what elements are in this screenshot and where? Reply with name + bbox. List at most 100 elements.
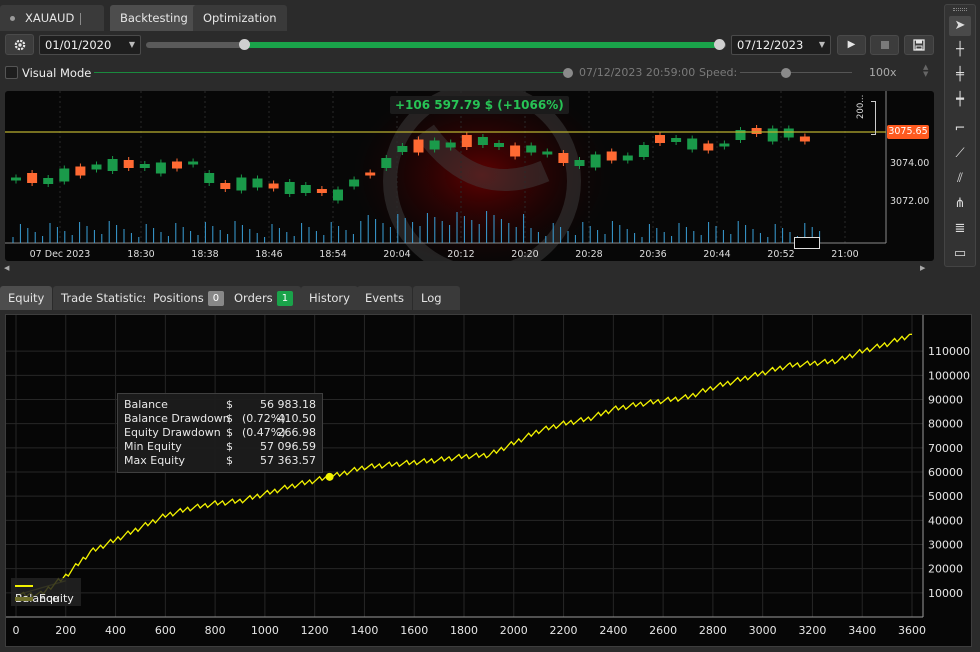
tab-history[interactable]: History	[301, 286, 358, 310]
cursor-tool[interactable]: ➤	[949, 16, 971, 36]
candle	[638, 145, 649, 157]
channel-icon: ⫽	[957, 171, 963, 186]
rectangle-icon: ▭	[953, 246, 967, 261]
x-tick-label: 18:30	[127, 249, 154, 260]
tab-orders-label: Orders	[234, 291, 273, 305]
legend-equity[interactable]: Equity	[15, 592, 74, 605]
x-tick-label: 18:46	[255, 249, 282, 260]
candle	[655, 135, 665, 143]
ray-tool[interactable]: ⌐	[949, 119, 971, 139]
crosshair-icon: ┼	[956, 42, 964, 57]
tooltip-currency: $	[226, 426, 233, 439]
range-end-handle[interactable]	[714, 39, 725, 50]
candle	[59, 168, 70, 182]
x-tick-label: 2000	[500, 624, 528, 637]
candle	[188, 161, 199, 165]
candle	[172, 161, 182, 169]
speed-handle[interactable]	[781, 68, 791, 78]
speed-spinner[interactable]: ▲ ▼	[923, 64, 928, 78]
tab-log[interactable]: Log	[413, 286, 460, 310]
symbol-tab[interactable]: XAUAUDm2	[0, 5, 104, 51]
progress-track[interactable]	[94, 72, 566, 73]
save-button[interactable]	[904, 35, 934, 55]
channel-tool[interactable]: ⫽	[949, 169, 971, 189]
x-tick-label: 1000	[251, 624, 279, 637]
candle	[783, 128, 794, 138]
tooltip-label: Balance	[124, 398, 168, 411]
x-tick-label: 1600	[400, 624, 428, 637]
x-tick-label: 1800	[450, 624, 478, 637]
chevron-down-icon: ▼	[128, 40, 135, 49]
chart-scroll-left[interactable]: ◀	[4, 264, 9, 272]
tab-trade-statistics[interactable]: Trade Statistics	[53, 286, 157, 310]
x-tick-label: 20:28	[575, 249, 602, 260]
x-tick-label: 2600	[649, 624, 677, 637]
candle	[719, 143, 730, 147]
x-tick-label: 20:52	[767, 249, 794, 260]
tab-optimization[interactable]: Optimization	[193, 5, 287, 31]
tooltip-label: Balance Drawdown	[124, 412, 230, 425]
play-button[interactable]: ▶	[837, 35, 866, 55]
tab-positions[interactable]: Positions 0	[145, 286, 233, 310]
tab-backtesting[interactable]: Backtesting	[110, 5, 198, 31]
y-tick-label: 110000	[928, 345, 970, 358]
settings-button[interactable]	[5, 34, 34, 55]
y-tick-label: 80000	[928, 418, 963, 431]
candle	[381, 158, 392, 168]
y-tick-label: 60000	[928, 466, 963, 479]
tooltip-value: 57 096.59	[260, 440, 316, 453]
candle	[365, 172, 376, 176]
candle	[703, 143, 714, 151]
fibonacci-icon: ≣	[954, 221, 966, 236]
start-date-value: 01/01/2020	[45, 38, 112, 52]
symbol-name: XAUAUD	[25, 11, 75, 25]
crosshair-tool[interactable]: ┼	[949, 40, 971, 60]
x-tick-label: 3400	[848, 624, 876, 637]
candle	[333, 189, 343, 201]
rectangle-tool[interactable]: ▭	[949, 244, 971, 264]
candle	[558, 153, 569, 163]
x-tick-label: 3600	[898, 624, 926, 637]
pitchfork-tool[interactable]: ⋔	[949, 194, 971, 214]
tab-orders[interactable]: Orders 1	[226, 286, 302, 310]
x-tick-label: 2400	[599, 624, 627, 637]
range-start-handle[interactable]	[239, 39, 250, 50]
tab-positions-label: Positions	[153, 291, 204, 305]
price-chart[interactable]: 07 Dec 2023 18:30 18:38 18:46 18:54 20:04 20:1…	[5, 91, 934, 261]
equity-chart[interactable]: 0 200 400 600 800 1000 1200 1400 1600 1800 2000 220…	[5, 314, 972, 647]
visual-mode-checkbox[interactable]	[5, 66, 18, 79]
fibonacci-tool[interactable]: ≣	[949, 219, 971, 239]
watermark-logo	[352, 91, 612, 261]
end-date-picker[interactable]: 07/12/2023 ▼	[731, 35, 831, 55]
stop-button[interactable]	[870, 35, 899, 55]
y-tick-label: 20000	[928, 563, 963, 576]
tooltip-row: Balance $56 983.18	[124, 398, 316, 412]
start-date-picker[interactable]: 01/01/2020 ▼	[39, 35, 141, 55]
y-tick-2: 3072.00	[890, 196, 930, 207]
x-tick-label: 800	[205, 624, 226, 637]
candle	[11, 177, 21, 181]
trend-line-tool[interactable]: ⟋	[949, 144, 971, 164]
price-chart-svg: 07 Dec 2023 18:30 18:38 18:46 18:54 20:04 20:1…	[5, 91, 887, 261]
x-tick-label: 2200	[550, 624, 578, 637]
x-tick-label: 400	[105, 624, 126, 637]
hover-marker	[325, 472, 334, 481]
candle	[43, 178, 54, 184]
legend-balance[interactable]: Balance	[15, 579, 81, 605]
speed-track[interactable]	[740, 72, 852, 73]
horizontal-line-tool[interactable]: ┿	[949, 90, 971, 110]
vertical-line-tool[interactable]: ╪	[949, 65, 971, 85]
x-tick-label: 07 Dec 2023	[30, 249, 91, 260]
progress-handle[interactable]	[563, 68, 573, 78]
chart-scroll-right[interactable]: ▶	[920, 264, 925, 272]
orders-count-badge: 1	[276, 291, 294, 306]
tooltip-label: Min Equity	[124, 440, 182, 453]
tab-events[interactable]: Events	[357, 286, 412, 310]
candle	[349, 179, 360, 187]
positions-count-badge: 0	[207, 291, 225, 306]
time-cursor-box[interactable]	[794, 237, 820, 249]
y-tick-1: 3074.00	[890, 158, 930, 169]
volume-scale-bracket	[871, 101, 876, 135]
stats-tooltip: Balance $56 983.18 Balance Drawdown $ (0.72…	[117, 393, 323, 473]
tab-equity[interactable]: Equity	[0, 286, 53, 310]
